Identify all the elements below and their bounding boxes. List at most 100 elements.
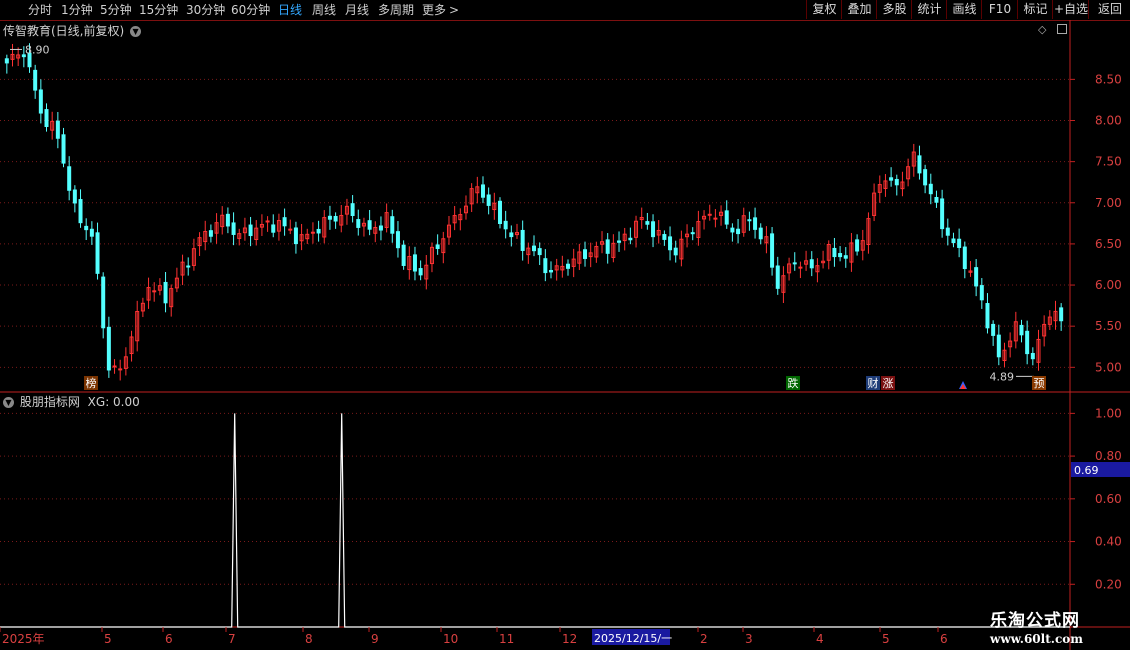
candle-body <box>316 228 321 234</box>
toolbar-button-3[interactable]: 统计 <box>911 0 947 19</box>
period-tab-1[interactable]: 1分钟 <box>61 2 93 18</box>
candle-body <box>84 225 89 231</box>
period-tab-2[interactable]: 5分钟 <box>100 2 132 18</box>
period-tab-5[interactable]: 60分钟 <box>231 2 270 18</box>
candle-body <box>843 255 848 259</box>
indicator-tick-label: 0.20 <box>1095 577 1122 591</box>
candle-body <box>923 169 928 186</box>
candle-body <box>543 258 548 274</box>
candle-body <box>736 228 741 235</box>
candle-body <box>231 222 236 235</box>
candle-body <box>991 323 996 336</box>
more-arrow-icon[interactable]: > <box>449 2 459 18</box>
candle-body <box>520 229 525 251</box>
toolbar-button-0[interactable]: 复权 <box>806 0 842 19</box>
watermark: 乐淘公式网 www.60lt.com <box>990 606 1115 646</box>
candle-body <box>390 216 395 234</box>
candle-body <box>945 227 950 236</box>
candle-body <box>435 244 440 249</box>
toolbar-button-8[interactable]: 返回 <box>1088 0 1130 19</box>
candle-body <box>480 184 485 198</box>
candle-body <box>962 246 967 270</box>
toolbar-button-5[interactable]: F10 <box>981 0 1018 19</box>
candle-body <box>293 227 298 245</box>
period-tab-9[interactable]: 多周期 <box>378 2 414 18</box>
toolbar: 分时 1分钟 5分钟 15分钟 30分钟 60分钟 日线 周线 月线 多周期 更多 > 复权 叠加 多股 统计… <box>0 0 1130 21</box>
indicator-xg-value: XG: 0.00 <box>87 395 140 409</box>
candle-body <box>707 213 712 216</box>
date-label: 6 <box>940 632 948 646</box>
candle-body <box>532 245 536 252</box>
price-tick-label: 8.50 <box>1095 72 1122 86</box>
candle-body <box>894 178 899 186</box>
toolbar-button-7[interactable]: +自选 <box>1052 0 1089 19</box>
toolbar-button-1[interactable]: 叠加 <box>841 0 877 19</box>
candle-body <box>55 120 60 139</box>
candle-body <box>838 253 843 258</box>
period-tab-0[interactable]: 分时 <box>28 2 52 18</box>
window-toggle-icon[interactable] <box>1057 24 1067 34</box>
candle-body <box>367 220 372 230</box>
watermark-title: 乐淘公式网 <box>990 611 1080 631</box>
candle-body <box>395 231 400 249</box>
chevron-down-icon[interactable]: ▼ <box>3 397 14 408</box>
candle-body <box>248 224 253 237</box>
period-tab-10[interactable]: 更多 <box>422 2 446 18</box>
price-tick-label: 6.50 <box>1095 237 1122 251</box>
candle-body <box>282 217 287 227</box>
candle-body <box>152 290 157 293</box>
date-label: 2 <box>700 632 708 646</box>
candle-body <box>996 334 1001 358</box>
chevron-down-icon[interactable]: ▼ <box>130 26 142 37</box>
candle-body <box>67 166 72 191</box>
price-tick-label: 7.00 <box>1095 196 1122 210</box>
date-label: 5 <box>882 632 890 646</box>
candle-body <box>809 259 814 269</box>
diamond-icon[interactable]: ◇ <box>1038 23 1046 36</box>
candle-body <box>271 224 276 233</box>
candle-body <box>350 203 355 217</box>
date-label: 8 <box>305 632 313 646</box>
candle-body <box>89 228 94 237</box>
indicator-tick-label: 0.80 <box>1095 449 1122 463</box>
toolbar-button-6[interactable]: 标记 <box>1017 0 1053 19</box>
candle-body <box>106 326 111 371</box>
price-tick-label: 6.00 <box>1095 278 1122 292</box>
period-tab-8[interactable]: 月线 <box>345 2 369 18</box>
candle-body <box>38 89 43 114</box>
date-label: 2025年 <box>2 632 45 646</box>
period-tab-4[interactable]: 30分钟 <box>186 2 225 18</box>
panel-controls: ◇ <box>1038 23 1070 37</box>
candle-body <box>118 368 123 371</box>
candle-body <box>418 268 423 276</box>
period-tab-7[interactable]: 周线 <box>312 2 336 18</box>
candle-body <box>1059 307 1064 322</box>
toolbar-button-2[interactable]: 多股 <box>876 0 912 19</box>
candle-body <box>310 231 315 234</box>
candle-body <box>1019 324 1024 336</box>
candle-body <box>662 234 667 240</box>
price-tick-label: 5.50 <box>1095 319 1122 333</box>
candle-body <box>957 238 962 248</box>
candle-body <box>974 267 979 287</box>
price-tick-label: 8.00 <box>1095 114 1122 128</box>
candle-body <box>509 232 514 238</box>
period-tab-6[interactable]: 日线 <box>278 2 302 18</box>
candle-body <box>792 262 797 265</box>
candle-body <box>401 244 406 266</box>
candle-body <box>645 221 650 225</box>
candle-body <box>333 215 338 222</box>
candle-body <box>265 220 270 223</box>
marker-label: 涨 <box>883 377 894 390</box>
candle-body <box>798 266 803 269</box>
toolbar-button-4[interactable]: 画线 <box>946 0 982 19</box>
candle-body <box>985 303 990 329</box>
candle-body <box>1030 352 1035 360</box>
period-tab-3[interactable]: 15分钟 <box>139 2 178 18</box>
xg-signal-line <box>0 413 1070 628</box>
marker-label: 跌 <box>788 376 799 390</box>
date-label: 6 <box>165 632 173 646</box>
candle-body <box>832 247 837 258</box>
candle-body <box>549 269 554 273</box>
candle-body <box>713 217 718 220</box>
